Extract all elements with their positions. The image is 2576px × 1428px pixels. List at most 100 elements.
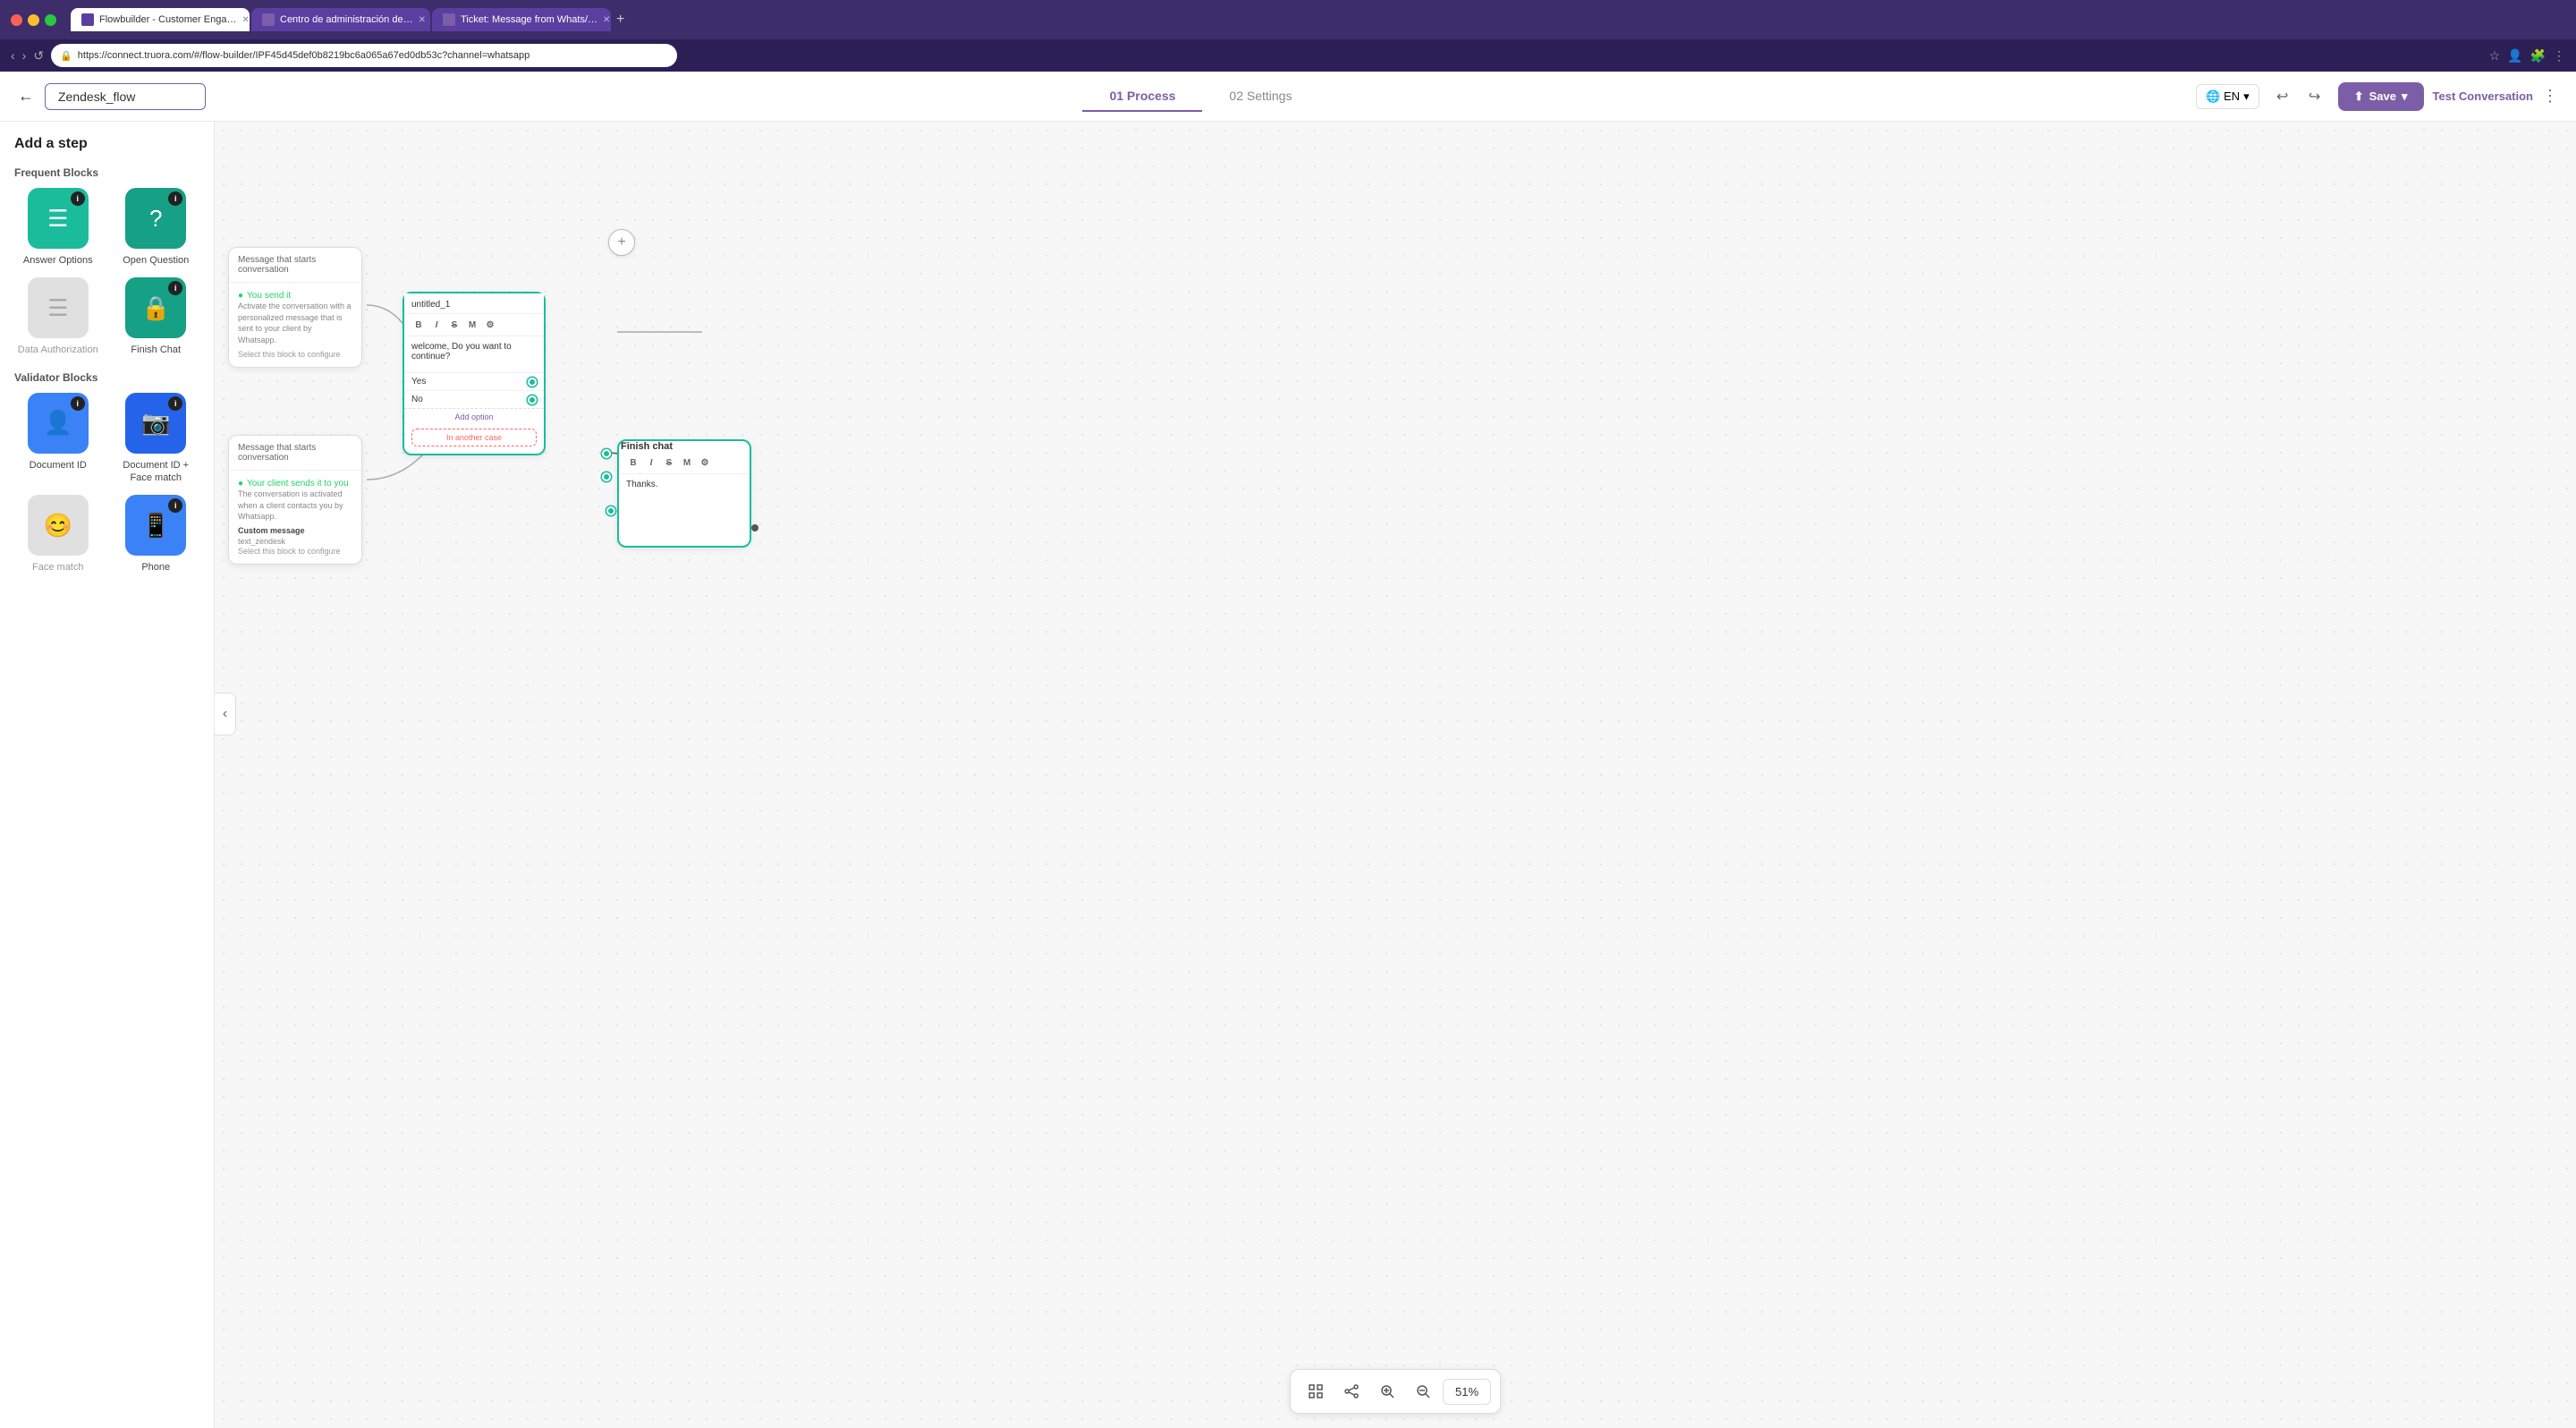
bookmark-icon[interactable]: ☆ bbox=[2489, 48, 2501, 64]
back-button[interactable]: ← bbox=[18, 87, 34, 106]
info-badge-answer-options: i bbox=[71, 191, 85, 206]
phone-icon: 📱 bbox=[141, 512, 170, 540]
chevron-down-icon: ▾ bbox=[2243, 89, 2250, 104]
block-icon-data-authorization: ☰ bbox=[28, 277, 89, 338]
lock-icon: 🔒 bbox=[60, 50, 72, 62]
block-label-open-question: Open Question bbox=[123, 254, 189, 267]
tab-close-flowbuilder[interactable]: ✕ bbox=[242, 15, 249, 25]
extension-icon[interactable]: 🧩 bbox=[2530, 48, 2546, 64]
fit-canvas-button[interactable] bbox=[1300, 1375, 1332, 1407]
share-icon bbox=[1343, 1383, 1360, 1399]
finish-settings-button[interactable]: ⚙ bbox=[698, 455, 712, 470]
block-open-question[interactable]: i ? Open Question bbox=[113, 188, 200, 267]
block-icon-open-question: i ? bbox=[125, 188, 186, 249]
finish-in-dot bbox=[606, 506, 615, 515]
block-document-face[interactable]: i 📷 Document ID + Face match bbox=[113, 393, 200, 485]
reload-button[interactable]: ↺ bbox=[33, 48, 44, 64]
frequent-blocks-grid: i ☰ Answer Options i ? Open Question ☰ D… bbox=[14, 188, 199, 357]
url-text: https://connect.truora.com/#/flow-builde… bbox=[78, 50, 530, 61]
zoom-in-icon bbox=[1379, 1383, 1395, 1399]
block-label-document-id: Document ID bbox=[30, 459, 87, 472]
share-canvas-button[interactable] bbox=[1335, 1375, 1368, 1407]
profile-icon[interactable]: 👤 bbox=[2507, 48, 2522, 64]
zoom-level: 51% bbox=[1443, 1379, 1491, 1405]
block-icon-finish-chat: i 🔒 bbox=[125, 277, 186, 338]
zoom-out-button[interactable] bbox=[1407, 1375, 1439, 1407]
flow-name-input[interactable] bbox=[45, 83, 206, 110]
tab-flowbuilder[interactable]: Flowbuilder - Customer Enga… ✕ bbox=[71, 8, 250, 31]
zoom-in-button[interactable] bbox=[1371, 1375, 1403, 1407]
tab-process[interactable]: 01 Process bbox=[1082, 81, 1202, 112]
sidebar-title: Add a step bbox=[14, 136, 199, 152]
node-answer-options[interactable]: B I S M ⚙ welcome, Do you want to contin… bbox=[402, 292, 546, 455]
block-label-finish-chat: Finish Chat bbox=[131, 344, 181, 356]
node-message-start-bottom[interactable]: Message that starts conversation ● Your … bbox=[228, 435, 362, 565]
tab-close-ticket[interactable]: ✕ bbox=[603, 15, 610, 25]
minimize-traffic-light[interactable] bbox=[28, 14, 39, 26]
answer-options-icon: ☰ bbox=[47, 205, 68, 233]
finish-bold-button[interactable]: B bbox=[626, 455, 640, 470]
forward-nav-button[interactable]: › bbox=[22, 48, 27, 63]
redo-button[interactable]: ↪ bbox=[2301, 82, 2329, 111]
back-nav-button[interactable]: ‹ bbox=[11, 48, 15, 63]
node-start-bottom-header: Message that starts conversation bbox=[229, 436, 361, 471]
canvas[interactable]: + Message that starts conversation ● You… bbox=[215, 122, 2576, 1428]
finish-title: Finish chat bbox=[619, 441, 674, 452]
finish-title-bar: Finish chat bbox=[619, 441, 750, 452]
block-label-phone: Phone bbox=[141, 561, 170, 574]
finish-mono-button[interactable]: M bbox=[680, 455, 694, 470]
answer-text-content: welcome, Do you want to continue? bbox=[404, 336, 544, 372]
new-tab-button[interactable]: + bbox=[616, 12, 624, 28]
test-conversation-button[interactable]: Test Conversation bbox=[2433, 89, 2533, 103]
block-face-match[interactable]: 😊 Face match bbox=[14, 495, 102, 574]
answer-title-input[interactable] bbox=[411, 300, 537, 310]
block-document-id[interactable]: i 👤 Document ID bbox=[14, 393, 102, 485]
finish-strikethrough-button[interactable]: S bbox=[662, 455, 676, 470]
option-yes-label: Yes bbox=[411, 377, 426, 387]
add-node-button[interactable]: + bbox=[608, 229, 635, 256]
in-another-case: In another case bbox=[411, 429, 537, 446]
block-finish-chat[interactable]: i 🔒 Finish Chat bbox=[113, 277, 200, 356]
finish-italic-button[interactable]: I bbox=[644, 455, 658, 470]
undo-redo-group: ↩ ↪ bbox=[2268, 82, 2329, 111]
tab-close-centro[interactable]: ✕ bbox=[419, 15, 426, 25]
finish-toolbar: B I S M ⚙ bbox=[619, 452, 750, 474]
node-message-start-top[interactable]: Message that starts conversation ● You s… bbox=[228, 247, 362, 368]
header-more-button[interactable]: ⋮ bbox=[2542, 87, 2558, 106]
add-option-button[interactable]: Add option bbox=[404, 408, 544, 425]
close-traffic-light[interactable] bbox=[11, 14, 22, 26]
mono-button[interactable]: M bbox=[465, 318, 479, 332]
header-actions: 🌐 EN ▾ ↩ ↪ ⬆ Save ▾ Test Conversation ⋮ bbox=[2196, 82, 2558, 111]
block-icon-face-match: 😊 bbox=[28, 495, 89, 556]
undo-button[interactable]: ↩ bbox=[2268, 82, 2297, 111]
bold-button[interactable]: B bbox=[411, 318, 426, 332]
tab-centro[interactable]: Centro de administración de… ✕ bbox=[251, 8, 430, 31]
block-phone[interactable]: i 📱 Phone bbox=[113, 495, 200, 574]
whatsapp-icon-bottom: ● Your client sends it to you bbox=[238, 479, 349, 489]
more-icon[interactable]: ⋮ bbox=[2553, 48, 2565, 64]
block-data-authorization[interactable]: ☰ Data Authorization bbox=[14, 277, 102, 356]
browser-tabs: Flowbuilder - Customer Enga… ✕ Centro de… bbox=[71, 8, 2565, 31]
sidebar: Add a step Frequent Blocks i ☰ Answer Op… bbox=[0, 122, 215, 1428]
address-bar[interactable]: 🔒 https://connect.truora.com/#/flow-buil… bbox=[51, 44, 677, 67]
block-answer-options[interactable]: i ☰ Answer Options bbox=[14, 188, 102, 267]
language-selector[interactable]: 🌐 EN ▾ bbox=[2196, 84, 2259, 109]
maximize-traffic-light[interactable] bbox=[45, 14, 56, 26]
settings-button[interactable]: ⚙ bbox=[483, 318, 497, 332]
document-face-icon: 📷 bbox=[141, 409, 170, 437]
italic-button[interactable]: I bbox=[429, 318, 444, 332]
block-icon-answer-options: i ☰ bbox=[28, 188, 89, 249]
tab-ticket[interactable]: Ticket: Message from Whats/… ✕ bbox=[432, 8, 611, 31]
tab-settings[interactable]: 02 Settings bbox=[1202, 81, 1318, 112]
block-icon-document-face: i 📷 bbox=[125, 393, 186, 454]
tab-label-centro: Centro de administración de… bbox=[280, 14, 413, 25]
finish-chat-icon: 🔒 bbox=[141, 294, 170, 322]
strikethrough-button[interactable]: S bbox=[447, 318, 462, 332]
node-finish-chat[interactable]: Finish chat B I S M ⚙ Thanks. bbox=[617, 439, 751, 548]
block-label-document-face: Document ID + Face match bbox=[113, 459, 200, 485]
block-icon-document-id: i 👤 bbox=[28, 393, 89, 454]
sidebar-collapse-toggle[interactable]: ‹ bbox=[215, 693, 236, 735]
custom-message-label: Custom message bbox=[238, 526, 352, 535]
info-badge-document-id: i bbox=[71, 396, 85, 411]
save-button[interactable]: ⬆ Save ▾ bbox=[2338, 82, 2424, 111]
